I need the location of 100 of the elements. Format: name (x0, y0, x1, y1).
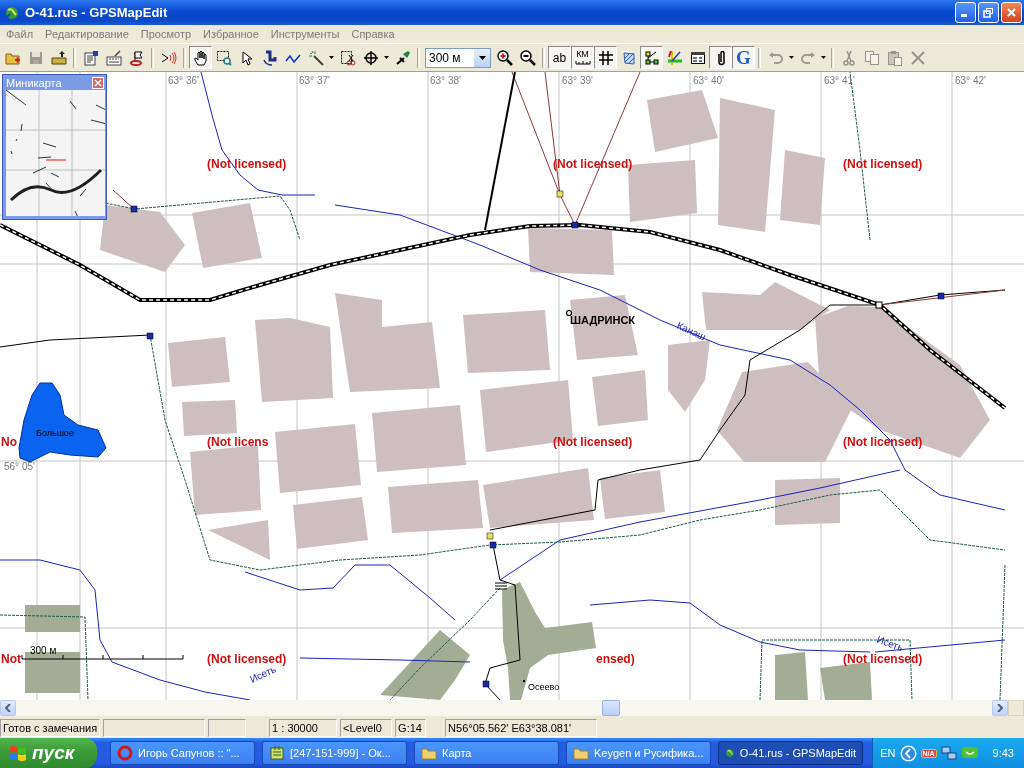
building-area (208, 520, 270, 560)
unlicensed-label: (Not licensed) (843, 652, 923, 666)
building-area (570, 295, 638, 360)
place-label: ШАДРИНСК (570, 314, 636, 326)
village-marker-icon (522, 679, 526, 683)
chevron-left-icon[interactable] (899, 744, 917, 762)
zoom-in-icon (496, 49, 513, 66)
app-icon (4, 4, 20, 21)
unlicensed-label: (Not licensed) (207, 652, 287, 666)
unlicensed-label: No (1, 435, 17, 449)
zoom-out-icon (519, 49, 536, 66)
close-button[interactable] (92, 76, 104, 89)
grid-label: 63° 40' (693, 75, 724, 86)
minimize-button[interactable] (955, 2, 976, 23)
clipboard-icon (886, 49, 903, 66)
hatched-shape-icon (620, 49, 637, 66)
redo-arrow-icon (799, 49, 816, 66)
level-readout: <Level0 (340, 718, 393, 737)
status-pane (208, 718, 247, 737)
network-icon[interactable] (940, 745, 957, 761)
scroll-right-button[interactable] (992, 700, 1008, 716)
grid-label: 56° 05' (4, 461, 35, 472)
menu-item[interactable]: Редактирование (39, 28, 135, 40)
caret-icon (789, 56, 794, 59)
scale-readout: 1 : 30000 (269, 718, 338, 737)
node-marker (146, 332, 154, 340)
window-title: O-41.rus - GPSMapEdit (25, 5, 169, 20)
menu-item[interactable]: Просмотр (134, 28, 198, 40)
crosshair-icon (362, 49, 379, 66)
building-area (592, 370, 648, 426)
signal-waves-icon (160, 49, 177, 66)
notepad-icon (269, 745, 285, 761)
hand-icon (192, 49, 209, 66)
undo-arrow-icon (767, 49, 784, 66)
scroll-left-button[interactable] (0, 700, 16, 716)
caret-icon (329, 56, 334, 59)
window-icon (689, 49, 706, 66)
node-marker (130, 205, 138, 213)
caret-icon (821, 56, 826, 59)
restore-button[interactable] (978, 2, 999, 23)
labels-toggle-button[interactable]: ab (548, 46, 571, 69)
folder-icon (573, 745, 589, 761)
taskbar-button[interactable]: O-41.rus - GPSMapEdit (718, 741, 863, 765)
grid-label: 63° 38' (430, 75, 461, 86)
delete-cross-icon (909, 49, 926, 66)
close-button[interactable] (1001, 2, 1022, 23)
taskbar-button[interactable]: Игорь Сапунов :: "... (110, 741, 255, 765)
scrollbar-thumb[interactable] (602, 700, 620, 716)
grid-label: 63° 42' (955, 75, 986, 86)
grid-readout: G:14 (395, 718, 427, 737)
unlicensed-label: Not (1, 652, 21, 666)
unlicensed-label: (Not licens (207, 435, 269, 449)
place-label: Большое (36, 428, 74, 438)
node-marker (875, 301, 883, 309)
menu-item[interactable]: Избранное (197, 28, 265, 40)
grid-label: 63° 39' (562, 75, 593, 86)
caret-icon (478, 55, 486, 60)
clock: 9:43 (992, 747, 1014, 759)
grid-label: 63° 41' (824, 75, 855, 86)
grid-button[interactable] (594, 46, 617, 69)
dashed-scissors-icon (339, 49, 356, 66)
scale-dropdown[interactable]: 300 м (425, 47, 491, 68)
taskbar-button[interactable]: Keygen и Русифика... (566, 741, 711, 765)
restore-icon (983, 7, 994, 18)
taskbar-button[interactable]: Карта (414, 741, 559, 765)
place-label: Осеево (528, 682, 560, 692)
menu-item[interactable]: Инструменты (264, 28, 346, 40)
document-icon (82, 49, 99, 66)
menu-item[interactable]: Справка (345, 28, 401, 40)
smiley-icon[interactable] (960, 745, 979, 761)
folder-icon (421, 745, 437, 761)
chevron-left-icon (5, 704, 11, 712)
place-label: Исеть (875, 633, 905, 654)
start-button[interactable]: пуск (0, 738, 97, 768)
grid-icon (597, 49, 614, 66)
bridge-icon (494, 582, 508, 590)
town-marker-icon (565, 309, 573, 317)
opera-icon (117, 745, 133, 761)
paperclip-button[interactable] (709, 46, 732, 69)
node-marker (556, 190, 564, 198)
unlicensed-label: (Not licensed) (553, 157, 633, 171)
rotate-shape-icon (261, 49, 278, 66)
unlicensed-label: (Not licensed) (843, 157, 923, 171)
dropdown-arrow-button[interactable] (474, 48, 490, 67)
keyboard-icon (105, 49, 122, 66)
ruler-button[interactable]: КМ (571, 46, 594, 69)
hand-button[interactable] (189, 46, 212, 69)
taskbar-button[interactable]: [247-151-999] - Ок... (262, 741, 407, 765)
minimize-icon (961, 14, 967, 17)
grid-label: 63° 37' (299, 75, 330, 86)
windows-flag-icon (8, 743, 28, 763)
menu-item[interactable]: Файл (0, 28, 40, 40)
building-area (182, 400, 237, 436)
grid-label: 63° 36' (168, 75, 199, 86)
google-button[interactable]: G (732, 46, 755, 69)
language-indicator[interactable]: EN (880, 747, 896, 759)
nodes-button[interactable] (640, 46, 663, 69)
ruler-icon (574, 59, 591, 65)
flag-icon (128, 49, 145, 66)
field-area (775, 652, 808, 700)
